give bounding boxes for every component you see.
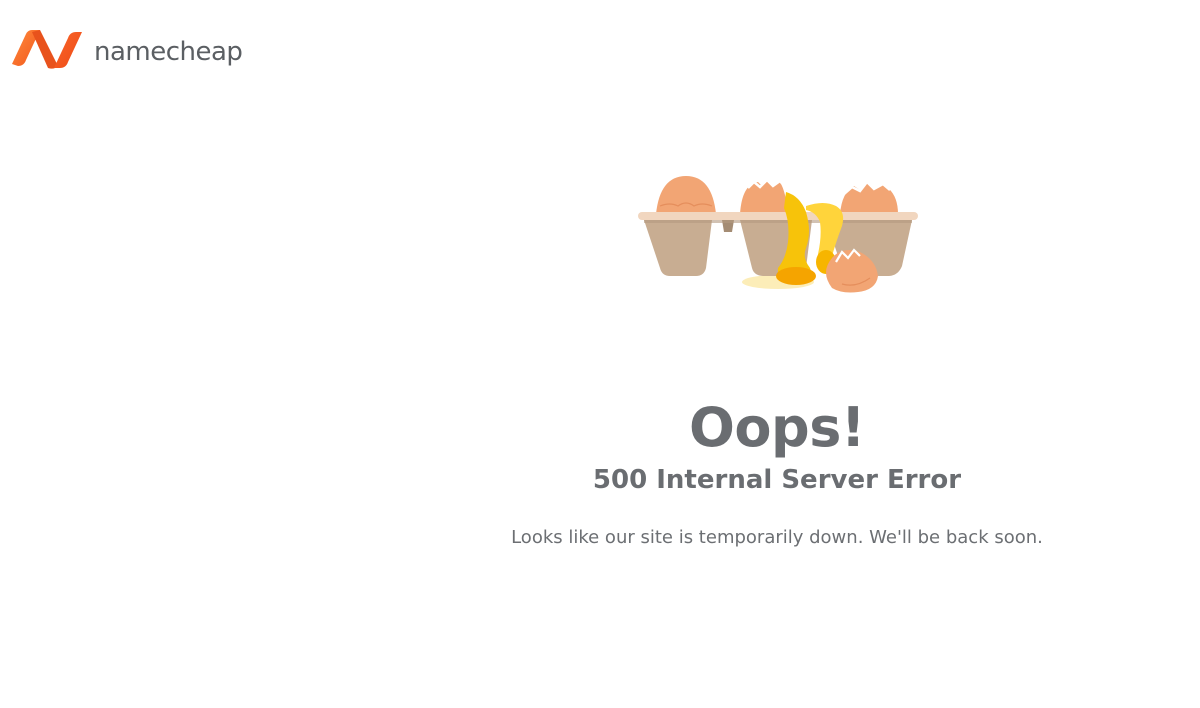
brand-logo-link[interactable]: namecheap xyxy=(10,28,243,72)
namecheap-logo-icon xyxy=(12,30,82,69)
brand-name: namecheap xyxy=(94,37,243,67)
broken-eggs-carton-icon xyxy=(636,172,920,296)
error-page: namecheap Oops! 500 Internal Server Erro… xyxy=(0,0,1200,708)
error-title: Oops! xyxy=(689,396,865,459)
error-message-block: Oops! 500 Internal Server Error Looks li… xyxy=(477,394,1077,551)
error-subtitle: 500 Internal Server Error xyxy=(592,465,962,495)
error-description: Looks like our site is temporarily down.… xyxy=(511,527,1043,548)
